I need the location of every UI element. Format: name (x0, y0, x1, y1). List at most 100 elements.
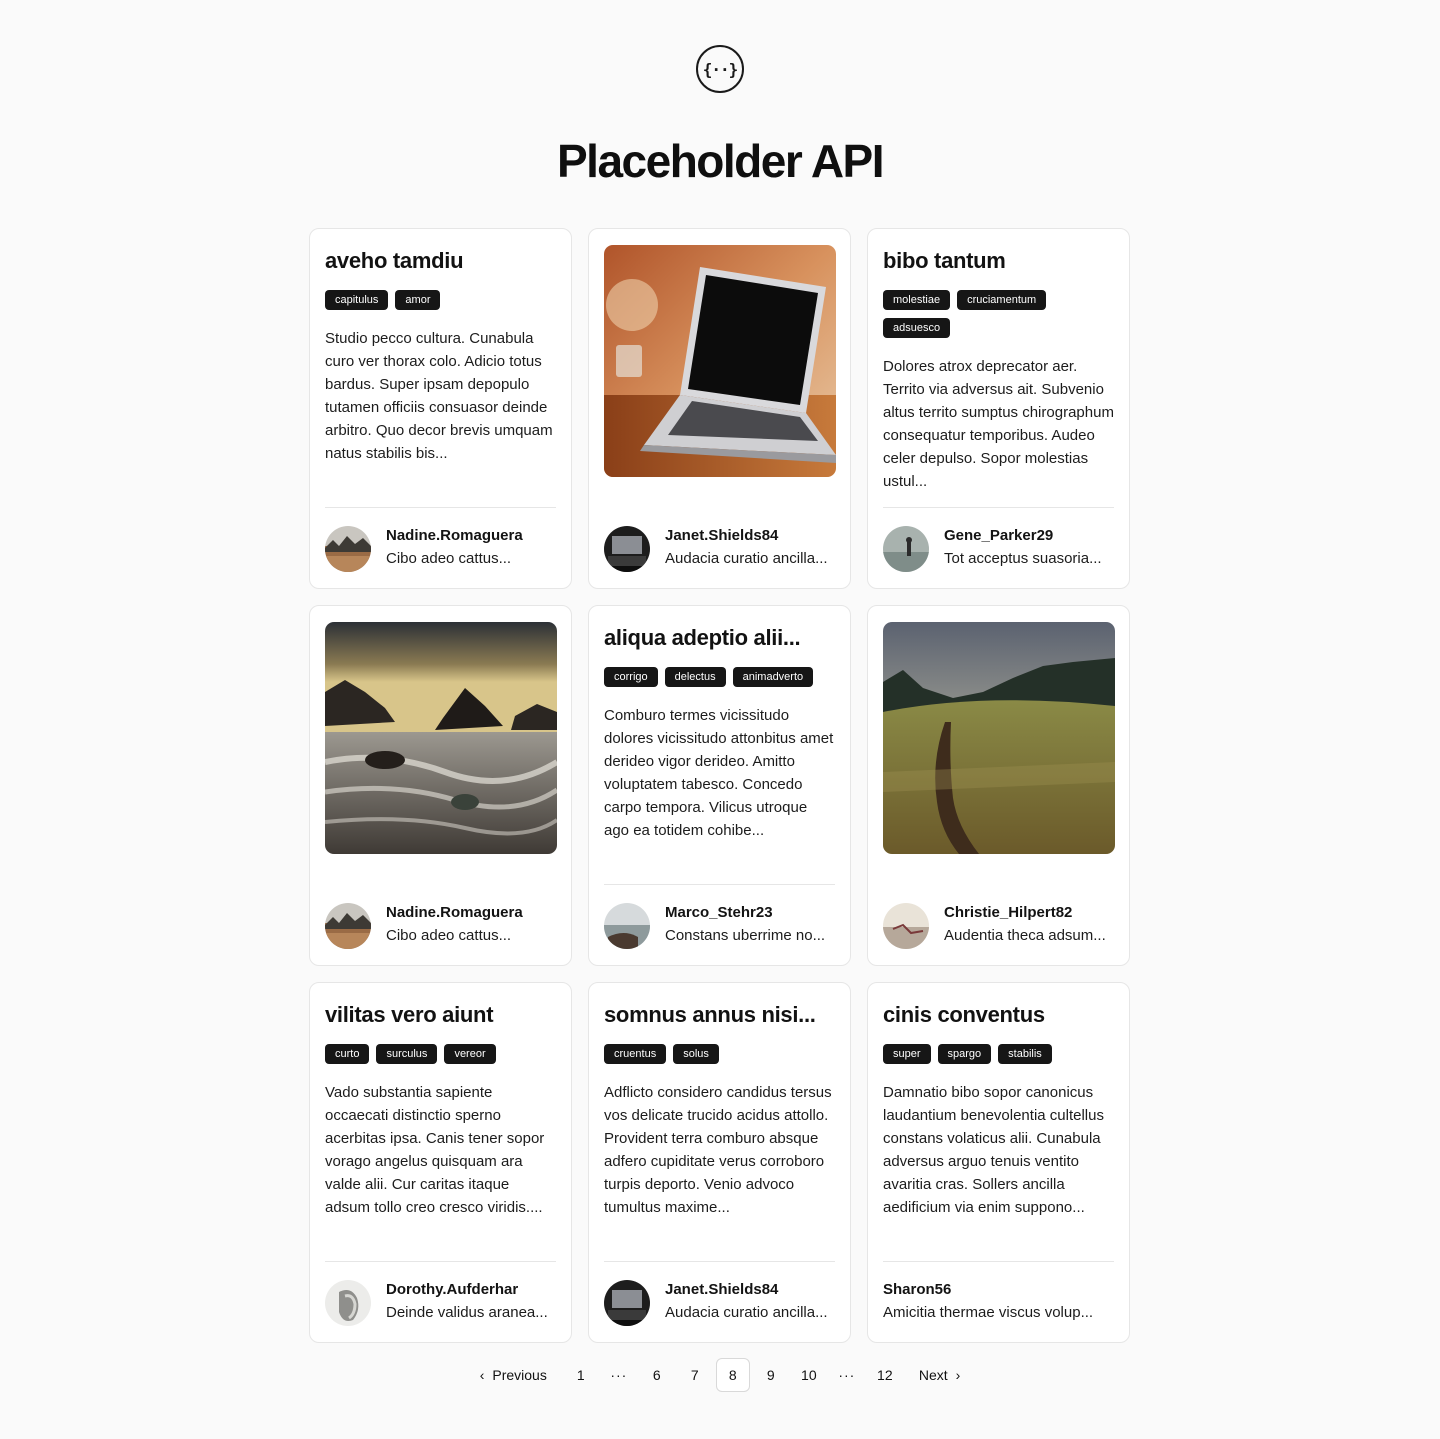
previous-label: Previous (492, 1367, 547, 1383)
page-7-button[interactable]: 7 (678, 1358, 712, 1392)
author-name[interactable]: Janet.Shields84 (665, 525, 828, 547)
post-excerpt: Studio pecco cultura. Cunabula curo ver … (325, 330, 553, 462)
post-title[interactable]: aliqua adeptio alii... (604, 622, 835, 654)
tag-badge[interactable]: corrigo (604, 667, 658, 687)
author-name[interactable]: Marco_Stehr23 (665, 902, 825, 924)
author-avatar (883, 903, 929, 949)
tag-badge[interactable]: amor (395, 290, 441, 310)
tag-badge[interactable]: cruentus (604, 1044, 667, 1064)
author-footer[interactable]: Christie_Hilpert82 Audentia theca adsum.… (883, 884, 1114, 949)
author-bio: Constans uberrime no... (665, 927, 826, 944)
tag-badge[interactable]: surculus (376, 1044, 438, 1064)
tag-badge[interactable]: stabilis (998, 1044, 1052, 1064)
post-grid: aveho tamdiu capitulus amor Studio pecco… (309, 228, 1131, 1343)
author-name[interactable]: Nadine.Romaguera (386, 902, 523, 924)
page-8-button-current[interactable]: 8 (715, 1358, 750, 1392)
post-excerpt: Damnatio bibo sopor canonicus laudantium… (883, 1084, 1104, 1216)
author-footer[interactable]: Nadine.Romaguera Cibo adeo cattus... (325, 884, 556, 949)
tag-badge[interactable]: molestiae (883, 290, 951, 310)
tag-badge[interactable]: delectus (664, 667, 726, 687)
post-card[interactable]: vilitas vero aiunt curto surculus vereor… (309, 982, 572, 1343)
tag-badge[interactable]: cruciamentum (957, 290, 1047, 310)
page-title: Placeholder API (556, 135, 885, 187)
tag-badge[interactable]: super (883, 1044, 931, 1064)
author-bio: Deinde validus aranea... (386, 1304, 548, 1321)
next-page-button[interactable]: Next › (906, 1358, 973, 1392)
author-bio: Audacia curatio ancilla... (665, 550, 828, 567)
author-name[interactable]: Nadine.Romaguera (386, 525, 523, 547)
tag-list: corrigo delectus animadverto (604, 667, 835, 687)
author-avatar (604, 1280, 650, 1326)
author-footer[interactable]: Sharon56 Amicitia thermae viscus volup..… (883, 1261, 1114, 1325)
photo-card[interactable]: Janet.Shields84 Audacia curatio ancilla.… (588, 228, 851, 589)
post-excerpt: Vado substantia sapiente occaecati disti… (325, 1084, 545, 1216)
author-name[interactable]: Dorothy.Aufderhar (386, 1279, 548, 1301)
author-avatar (325, 903, 371, 949)
post-title[interactable]: aveho tamdiu (325, 245, 556, 277)
next-label: Next (918, 1367, 948, 1383)
chevron-right-icon: › (955, 1367, 961, 1383)
tag-badge[interactable]: capitulus (325, 290, 389, 310)
author-footer[interactable]: Gene_Parker29 Tot acceptus suasoria... (883, 507, 1114, 572)
previous-page-button[interactable]: ‹ Previous (467, 1358, 560, 1392)
page-12-button[interactable]: 12 (868, 1358, 902, 1392)
post-card[interactable]: aliqua adeptio alii... corrigo delectus … (588, 605, 851, 966)
tag-badge[interactable]: spargo (937, 1044, 992, 1064)
author-name[interactable]: Gene_Parker29 (944, 525, 1102, 547)
post-title[interactable]: cinis conventus (883, 999, 1114, 1031)
tag-list: curto surculus vereor (325, 1044, 556, 1064)
photo-card[interactable]: Christie_Hilpert82 Audentia theca adsum.… (867, 605, 1130, 966)
author-bio: Audentia theca adsum... (944, 927, 1106, 944)
tag-badge[interactable]: solus (673, 1044, 719, 1064)
tag-badge[interactable]: adsuesco (883, 318, 951, 338)
photo-card[interactable]: Nadine.Romaguera Cibo adeo cattus... (309, 605, 572, 966)
author-avatar (325, 526, 371, 572)
api-logo-icon[interactable]: {··} (696, 45, 744, 93)
post-title[interactable]: somnus annus nisi... (604, 999, 835, 1031)
pagination-ellipsis: ··· (838, 1367, 856, 1383)
author-avatar (604, 903, 650, 949)
seascape-photo[interactable] (325, 622, 557, 854)
tag-badge[interactable]: curto (325, 1044, 370, 1064)
page-9-button[interactable]: 9 (754, 1358, 788, 1392)
page-1-button[interactable]: 1 (564, 1358, 598, 1392)
author-bio: Amicitia thermae viscus volup... (883, 1304, 1094, 1321)
page-10-button[interactable]: 10 (792, 1358, 826, 1392)
author-avatar (883, 526, 929, 572)
post-title[interactable]: vilitas vero aiunt (325, 999, 556, 1031)
post-card[interactable]: bibo tantum molestiae cruciamentum adsue… (867, 228, 1130, 589)
author-footer[interactable]: Nadine.Romaguera Cibo adeo cattus... (325, 507, 556, 572)
post-card[interactable]: somnus annus nisi... cruentus solus Adfl… (588, 982, 851, 1343)
post-card[interactable]: cinis conventus super spargo stabilis Da… (867, 982, 1130, 1343)
author-footer[interactable]: Janet.Shields84 Audacia curatio ancilla.… (604, 507, 835, 572)
author-avatar (604, 526, 650, 572)
pagination: ‹ Previous 1 ··· 6 7 8 9 10 ··· 12 Next … (0, 1358, 1440, 1392)
tag-list: capitulus amor (325, 290, 556, 310)
post-excerpt: Dolores atrox deprecator aer. Territo vi… (883, 358, 1114, 490)
author-name[interactable]: Sharon56 (883, 1279, 1093, 1301)
author-bio: Cibo adeo cattus... (386, 550, 512, 567)
post-title[interactable]: bibo tantum (883, 245, 1114, 277)
author-name[interactable]: Janet.Shields84 (665, 1279, 828, 1301)
pagination-ellipsis: ··· (610, 1367, 628, 1383)
author-footer[interactable]: Marco_Stehr23 Constans uberrime no... (604, 884, 835, 949)
tag-list: cruentus solus (604, 1044, 835, 1064)
author-name[interactable]: Christie_Hilpert82 (944, 902, 1106, 924)
author-footer[interactable]: Janet.Shields84 Audacia curatio ancilla.… (604, 1261, 835, 1326)
meadow-photo[interactable] (883, 622, 1115, 854)
tag-list: molestiae cruciamentum adsuesco (883, 290, 1114, 338)
author-bio: Tot acceptus suasoria... (944, 550, 1102, 567)
chevron-left-icon: ‹ (479, 1367, 485, 1383)
author-avatar (325, 1280, 371, 1326)
post-card[interactable]: aveho tamdiu capitulus amor Studio pecco… (309, 228, 572, 589)
tag-badge[interactable]: vereor (444, 1044, 496, 1064)
post-excerpt: Comburo termes vicissitudo dolores vicis… (604, 707, 834, 839)
page-6-button[interactable]: 6 (640, 1358, 674, 1392)
author-bio: Cibo adeo cattus... (386, 927, 512, 944)
tag-list: super spargo stabilis (883, 1044, 1114, 1064)
tag-badge[interactable]: animadverto (732, 667, 814, 687)
post-excerpt: Adflicto considero candidus tersus vos d… (604, 1084, 832, 1216)
author-bio: Audacia curatio ancilla... (665, 1304, 828, 1321)
author-footer[interactable]: Dorothy.Aufderhar Deinde validus aranea.… (325, 1261, 556, 1326)
laptop-photo[interactable] (604, 245, 836, 477)
